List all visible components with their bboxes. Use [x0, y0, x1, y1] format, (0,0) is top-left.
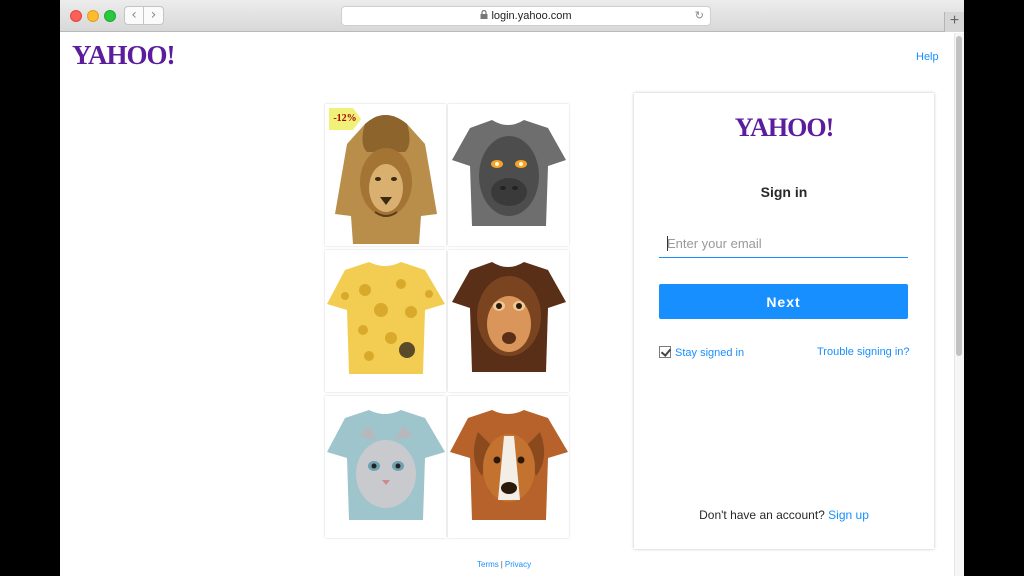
login-card: YAHOO! Sign in Next Stay signed in Troub… [634, 93, 934, 549]
stay-signed-in-checkbox[interactable] [659, 346, 671, 358]
cheese-tshirt-image [327, 262, 445, 374]
address-bar[interactable]: login.yahoo.com ↻ [341, 6, 711, 26]
ad-product-gorilla-tshirt[interactable] [448, 104, 569, 246]
terms-link[interactable]: Terms [477, 560, 499, 569]
privacy-link[interactable]: Privacy [505, 560, 531, 569]
browser-titlebar: ‹ › login.yahoo.com ↻ + [60, 0, 964, 32]
lock-icon [480, 7, 488, 25]
address-bar-url: login.yahoo.com [491, 10, 572, 22]
chevron-left-icon: ‹ [131, 7, 137, 23]
yahoo-logo[interactable]: YAHOO! [72, 40, 176, 71]
trouble-signing-in-link[interactable]: Trouble signing in? [817, 346, 910, 358]
text-caret [667, 236, 668, 251]
ad-product-orangutan-tshirt[interactable] [448, 250, 569, 392]
back-button[interactable]: ‹ [124, 6, 144, 25]
close-window-button[interactable] [70, 10, 82, 22]
signup-link[interactable]: Sign up [828, 508, 869, 522]
footer-links: Terms | Privacy [477, 560, 531, 569]
zoom-window-button[interactable] [104, 10, 116, 22]
login-yahoo-logo: YAHOO! [734, 113, 835, 142]
forward-button[interactable]: › [144, 6, 164, 25]
dog-tshirt-image [450, 410, 568, 520]
stay-signed-in-label[interactable]: Stay signed in [675, 347, 744, 359]
kitten-tshirt-image [327, 410, 445, 520]
help-link[interactable]: Help [916, 51, 939, 63]
chevron-right-icon: › [150, 7, 157, 23]
minimize-window-button[interactable] [87, 10, 99, 22]
new-tab-button[interactable]: + [944, 12, 964, 32]
orangutan-tshirt-image [452, 262, 566, 372]
ad-product-kitten-tshirt[interactable] [325, 396, 446, 538]
email-field[interactable] [659, 230, 908, 258]
ad-product-cheese-tshirt[interactable] [325, 250, 446, 392]
footer-separator: | [500, 560, 503, 569]
reload-icon[interactable]: ↻ [695, 7, 704, 25]
ad-product-lion-hoodie[interactable]: -12% [325, 104, 446, 246]
scrollbar-thumb[interactable] [956, 36, 962, 356]
gorilla-tshirt-image [452, 120, 566, 226]
page-content: YAHOO! Help ▷ -12% [60, 33, 954, 576]
signup-row: Don't have an account? Sign up [634, 508, 934, 522]
next-button[interactable]: Next [659, 284, 908, 319]
ad-product-dog-tshirt[interactable] [448, 396, 569, 538]
browser-window: ‹ › login.yahoo.com ↻ + YAHOO! Help ▷ [60, 0, 964, 576]
signin-title: Sign in [760, 184, 808, 200]
no-account-text: Don't have an account? [699, 508, 825, 522]
stay-signed-in[interactable]: Stay signed in [659, 346, 744, 359]
